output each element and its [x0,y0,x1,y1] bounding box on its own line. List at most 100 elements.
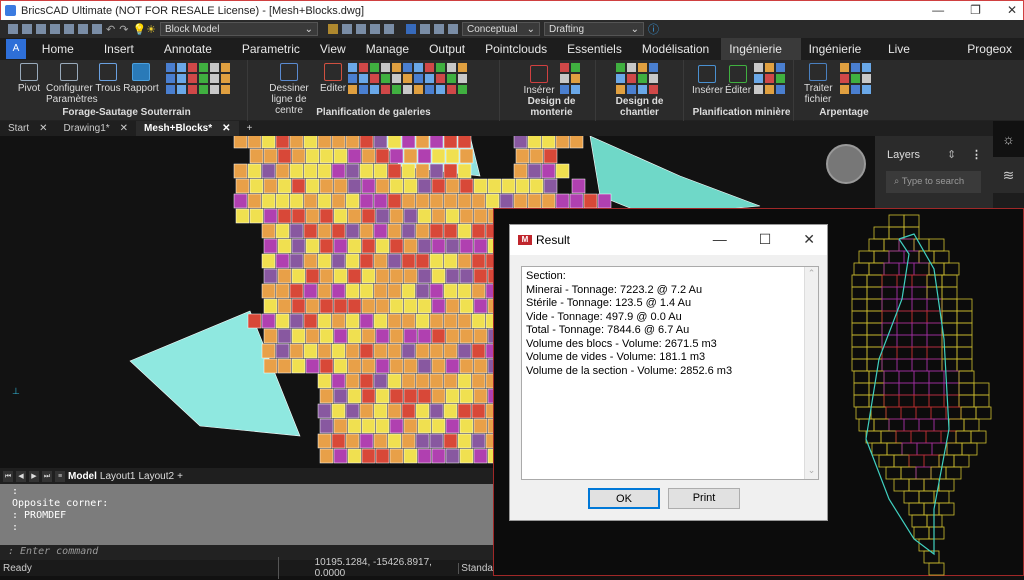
new-icon[interactable] [8,24,18,34]
tool-icon[interactable] [221,85,230,94]
tool-icon[interactable] [420,24,430,34]
tool-icon[interactable] [571,85,580,94]
lightbulb-icon[interactable]: ☼ [993,121,1024,157]
tool-icon[interactable] [458,85,467,94]
ribbon-tab[interactable]: Home [34,38,96,60]
visual-style-combo[interactable]: Conceptual ⌄ [462,22,540,36]
tool-icon[interactable] [560,63,569,72]
tool-icon[interactable] [649,74,658,83]
tool-icon[interactable] [348,74,357,83]
minimize-button[interactable]: — [713,231,727,248]
restore-button[interactable]: ❐ [970,3,981,17]
tool-icon[interactable] [851,85,860,94]
tool-icon[interactable] [425,63,434,72]
tool-icon[interactable] [221,74,230,83]
tool-icon[interactable] [370,63,379,72]
help-icon[interactable]: ⓘ [648,21,659,37]
tool-icon[interactable] [447,74,456,83]
rapport-button[interactable]: Rapport [122,63,160,94]
undo-icon[interactable]: ↶ [106,23,115,36]
tool-icon[interactable] [188,74,197,83]
viewcube-icon[interactable] [826,144,866,184]
tool-icon[interactable] [862,63,871,72]
tool-icon[interactable] [458,63,467,72]
tool-icon[interactable] [210,85,219,94]
tool-icon[interactable] [414,63,423,72]
minimize-button[interactable]: — [932,3,944,17]
tool-icon[interactable] [447,85,456,94]
tool-icon[interactable] [381,63,390,72]
tool-icon[interactable] [403,74,412,83]
tool-icon[interactable] [448,24,458,34]
tool-icon[interactable] [851,74,860,83]
tool-icon[interactable] [392,63,401,72]
open-icon[interactable] [22,24,32,34]
tool-icon[interactable] [403,63,412,72]
tool-icon[interactable] [638,85,647,94]
tool-icon[interactable] [166,74,175,83]
pivot-button[interactable]: Pivot [12,63,46,94]
print-button[interactable]: Print [668,488,740,509]
layer-combo[interactable]: Block Model ⌄ [160,22,318,36]
tool-icon[interactable] [616,85,625,94]
ribbon-tab[interactable]: Ingénierie 2 [801,38,880,78]
layout-list-icon[interactable]: ≡ [55,470,65,482]
last-layout-icon[interactable]: ⏭ [42,470,52,482]
tool-icon[interactable] [403,85,412,94]
tool-icon[interactable] [348,63,357,72]
tool-icon[interactable] [754,85,763,94]
tool-icon[interactable] [627,63,636,72]
tool-icon[interactable] [177,85,186,94]
ribbon-tab[interactable]: Pointclouds [477,38,559,60]
tool-icon[interactable] [649,85,658,94]
tool-icon[interactable] [840,74,849,83]
editer-button[interactable]: Editer [320,63,346,94]
ribbon-tab[interactable]: Modélisation [634,38,721,60]
tool-icon[interactable] [359,74,368,83]
close-button[interactable]: ✕ [803,231,815,248]
tool-icon[interactable] [370,24,380,34]
tool-icon[interactable] [359,63,368,72]
plot-icon[interactable] [78,24,88,34]
ribbon-tab[interactable]: Insert [96,38,156,60]
tool-icon[interactable] [638,74,647,83]
doc-tab-start[interactable]: Start ✕ [0,121,56,136]
workspace-combo[interactable]: Drafting ⌄ [544,22,644,36]
miniere-tool-icons[interactable] [754,63,785,94]
tool-icon[interactable] [627,74,636,83]
tab-layout1[interactable]: Layout1 [100,471,136,482]
tool-icon[interactable] [776,74,785,83]
inserer-miniere-button[interactable]: Insérer [692,65,723,96]
tool-icon[interactable] [384,24,394,34]
result-textbox[interactable]: Section: Minerai - Tonnage: 7223.2 @ 7.2 … [521,266,819,480]
ribbon-tab[interactable]: Output [421,38,477,60]
scrollbar[interactable]: ⌃ ⌄ [804,267,818,479]
tool-icon[interactable] [571,74,580,83]
tool-icon[interactable] [447,63,456,72]
tool-icon[interactable] [414,74,423,83]
tool-icon[interactable] [188,85,197,94]
tool-icon[interactable] [381,85,390,94]
tool-icon[interactable] [221,63,230,72]
ribbon-tab[interactable]: Ingénierie 1 [721,38,801,78]
tool-icon[interactable] [188,63,197,72]
print-icon[interactable] [64,24,74,34]
tool-icon[interactable] [166,63,175,72]
close-button[interactable]: ✕ [1007,3,1017,17]
ribbon-tab[interactable]: Annotate [156,38,234,60]
prev-layout-icon[interactable]: ◀ [16,470,26,482]
doc-tab-mesh-blocks[interactable]: Mesh+Blocks* ✕ [136,121,239,136]
new-tab-button[interactable]: + [239,121,261,136]
maximize-button[interactable]: ☐ [759,231,772,248]
configurer-button[interactable]: Configurer Paramètres [46,63,98,105]
tool-icon[interactable] [638,63,647,72]
tool-icon[interactable] [765,74,774,83]
next-layout-icon[interactable]: ▶ [29,470,39,482]
tool-icon[interactable] [381,74,390,83]
tool-icon[interactable] [765,63,774,72]
tool-icon[interactable] [166,85,175,94]
close-icon[interactable]: ✕ [120,123,128,134]
tool-icon[interactable] [754,74,763,83]
tool-icon[interactable] [649,63,658,72]
save-as-icon[interactable] [50,24,60,34]
